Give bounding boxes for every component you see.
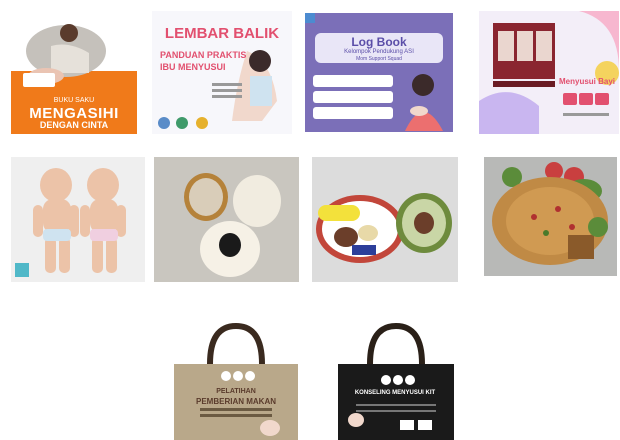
flipchart-subtitle: PANDUAN PRAKTIS IBU MENYUSUI bbox=[160, 50, 247, 72]
product-baby-dolls[interactable] bbox=[11, 157, 145, 282]
product-fried-rice-photo[interactable] bbox=[484, 157, 617, 276]
kit-title: Menyusui Bayi bbox=[559, 77, 616, 86]
product-food-models[interactable] bbox=[312, 157, 458, 282]
logbook-subtitle: Kelompok Pendukung ASI bbox=[344, 49, 414, 55]
tote-beige-title1: PELATIHAN bbox=[216, 388, 256, 395]
product-breast-models[interactable] bbox=[154, 157, 299, 282]
product-tote-bag-black[interactable]: KONSELING MENYUSUI KIT bbox=[330, 320, 460, 440]
product-tote-bag-beige[interactable]: PELATIHAN PEMBERIAN MAKAN bbox=[172, 320, 300, 440]
logbook-title: Log Book bbox=[351, 35, 407, 49]
tote-beige-title2: PEMBERIAN MAKAN bbox=[196, 397, 276, 406]
tote-black-title: KONSELING MENYUSUI KIT bbox=[354, 390, 436, 396]
book-cover-subtitle: DENGAN CINTA bbox=[39, 120, 109, 130]
logbook-subtitle2: Mom Support Squad bbox=[356, 56, 402, 62]
product-flipchart[interactable]: LEMBAR BALIK PANDUAN PRAKTIS IBU MENYUSU… bbox=[152, 11, 292, 134]
product-log-book[interactable]: Log Book Kelompok Pendukung ASI Mom Supp… bbox=[305, 13, 453, 132]
flipchart-title: LEMBAR BALIK bbox=[164, 25, 280, 42]
product-book-cover[interactable]: BUKU SAKU MENGASIHI DENGAN CINTA bbox=[11, 11, 137, 134]
book-cover-top-text: BUKU SAKU bbox=[53, 97, 95, 104]
product-counseling-kit[interactable]: Menyusui Bayi bbox=[479, 11, 619, 134]
